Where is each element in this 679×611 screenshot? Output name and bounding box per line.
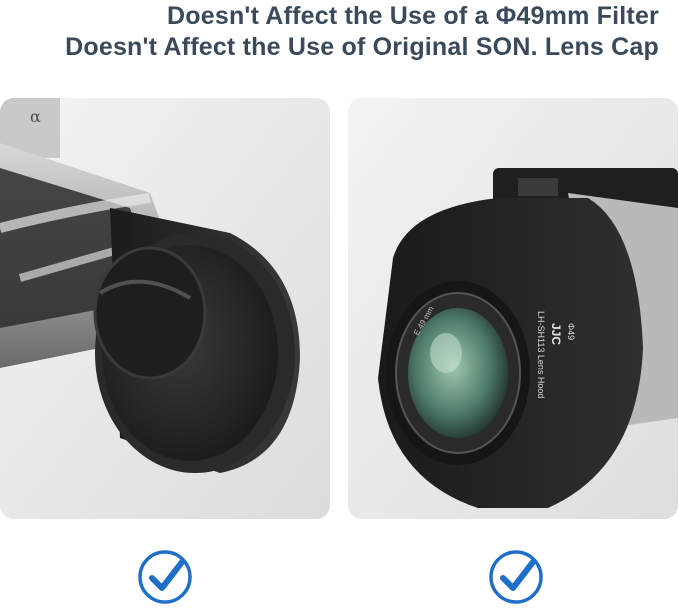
photo-lens-with-filter: E 49 mm JJC LH-SH113 Lens Hood Φ49 (348, 98, 678, 519)
hood-model: LH-SH113 Lens Hood (536, 311, 546, 398)
headline-filter: Doesn't Affect the Use of a Φ49mm Filter (167, 2, 659, 30)
photo-lens-with-cap: α (0, 98, 330, 519)
headline-lens-cap: Doesn't Affect the Use of Original SON. … (65, 33, 659, 61)
check-circle-icon (487, 548, 545, 606)
camera-badge: α (30, 107, 41, 126)
hood-filter-size: Φ49 (566, 323, 576, 340)
right-photo-illustration: E 49 mm JJC LH-SH113 Lens Hood Φ49 (348, 98, 678, 519)
hood-brand: JJC (549, 323, 563, 345)
check-circle-icon (136, 548, 194, 606)
left-photo-illustration: α (0, 98, 330, 519)
